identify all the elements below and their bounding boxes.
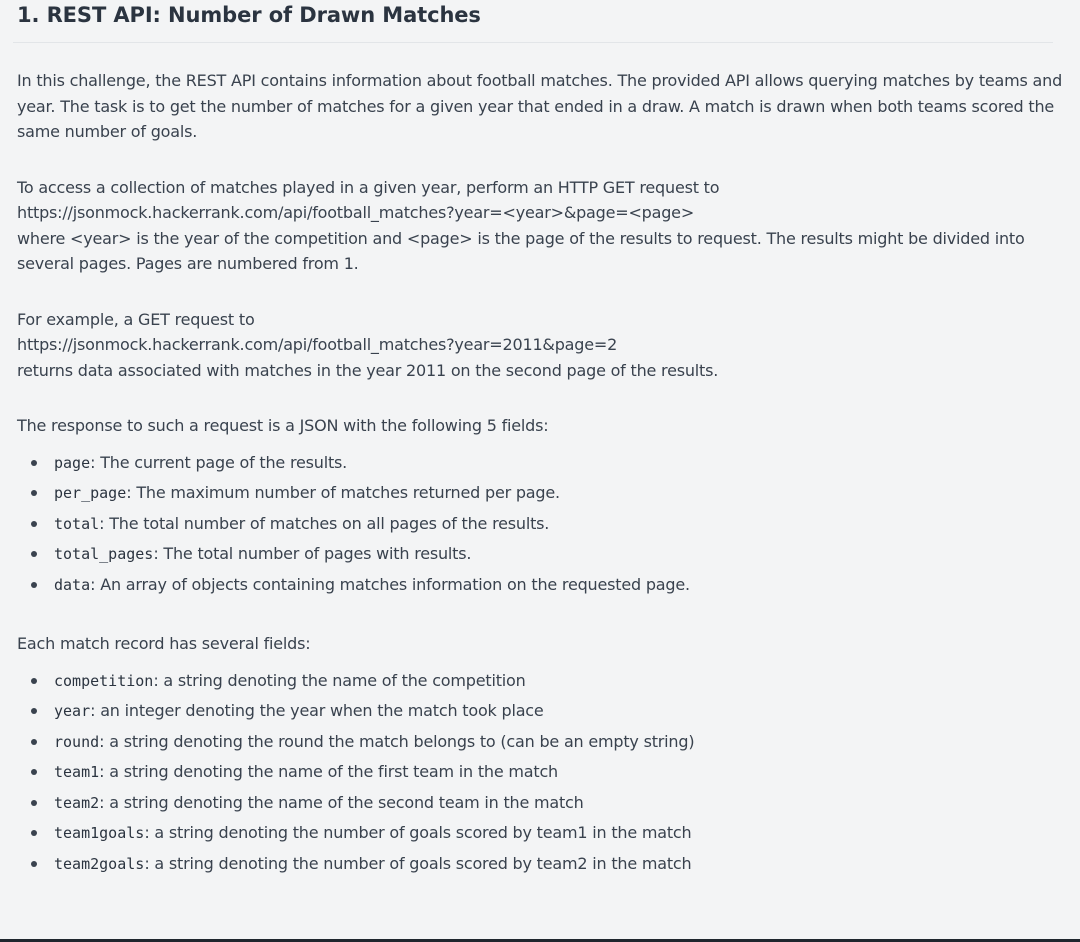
- bullet-icon: [31, 860, 37, 867]
- field-name: year: [54, 702, 91, 720]
- list-item: year: an integer denoting the year when …: [17, 697, 1067, 728]
- access-explanation: where <year> is the year of the competit…: [17, 228, 1025, 274]
- list-item: page: The current page of the results.: [17, 449, 1067, 480]
- list-item: round: a string denoting the round the m…: [17, 728, 1067, 759]
- list-item: team2goals: a string denoting the number…: [17, 850, 1067, 881]
- page-title: 1. REST API: Number of Drawn Matches: [17, 3, 481, 27]
- field-description: : a string denoting the name of the firs…: [99, 762, 558, 781]
- field-description: : The current page of the results.: [90, 452, 348, 472]
- intro-paragraph: In this challenge, the REST API contains…: [17, 71, 1063, 141]
- field-description: : a string denoting the number of goals …: [144, 823, 692, 842]
- list-item: per_page: The maximum number of matches …: [17, 479, 1067, 510]
- access-line: To access a collection of matches played…: [17, 177, 720, 197]
- problem-statement: 1. REST API: Number of Drawn Matches In …: [0, 0, 1080, 942]
- example-url: https://jsonmock.hackerrank.com/api/foot…: [17, 335, 618, 354]
- field-name: team1: [54, 763, 100, 781]
- bullet-icon: [31, 490, 37, 496]
- example-paragraph: For example, a GET request to https://js…: [17, 307, 1067, 384]
- field-description: : a string denoting the name of the seco…: [99, 792, 584, 812]
- list-item: team1: a string denoting the name of the…: [17, 758, 1067, 789]
- list-item: team2: a string denoting the name of the…: [17, 789, 1067, 820]
- bullet-icon: [31, 677, 37, 684]
- list-item: total: The total number of matches on al…: [17, 510, 1067, 541]
- field-description: : An array of objects containing matches…: [90, 574, 690, 594]
- bullet-icon: [31, 738, 37, 745]
- field-name: per_page: [54, 484, 127, 502]
- bullet-icon: [31, 551, 37, 557]
- list-item: data: An array of objects containing mat…: [17, 571, 1067, 602]
- access-url: https://jsonmock.hackerrank.com/api/foot…: [17, 203, 695, 222]
- field-name: round: [54, 732, 100, 751]
- field-description: : an integer denoting the year when the …: [90, 701, 544, 720]
- field-name: team2goals: [54, 854, 145, 873]
- title-divider: [13, 42, 1053, 43]
- bullet-icon: [31, 520, 37, 527]
- field-description: : a string denoting the name of the comp…: [153, 670, 526, 690]
- list-item: competition: a string denoting the name …: [17, 667, 1067, 698]
- bullet-icon: [31, 581, 37, 588]
- list-item: total_pages: The total number of pages w…: [17, 540, 1067, 571]
- bullet-icon: [31, 459, 37, 466]
- list-item: team1goals: a string denoting the number…: [17, 819, 1067, 850]
- field-name: team2: [54, 793, 100, 812]
- field-name: page: [54, 453, 91, 472]
- bullet-icon: [31, 708, 37, 714]
- example-explanation: returns data associated with matches in …: [17, 360, 719, 380]
- record-fields-list: competition: a string denoting the name …: [17, 667, 1067, 881]
- bullet-icon: [31, 799, 37, 806]
- problem-description: In this challenge, the REST API contains…: [17, 68, 1067, 880]
- field-description: : The maximum number of matches returned…: [126, 483, 560, 502]
- record-intro: Each match record has several fields:: [17, 634, 311, 653]
- example-line: For example, a GET request to: [17, 309, 255, 329]
- field-name: competition: [54, 671, 154, 690]
- field-description: : The total number of pages with results…: [153, 544, 472, 563]
- field-name: data: [54, 575, 91, 594]
- response-fields-list: page: The current page of the results. p…: [17, 449, 1067, 602]
- response-intro: The response to such a request is a JSON…: [17, 416, 549, 435]
- field-name: total_pages: [54, 545, 154, 563]
- bullet-icon: [31, 769, 37, 775]
- field-name: total: [54, 514, 100, 533]
- field-name: team1goals: [54, 824, 145, 842]
- field-description: : The total number of matches on all pag…: [99, 513, 550, 533]
- access-paragraph: To access a collection of matches played…: [17, 175, 1067, 277]
- field-description: : a string denoting the round the match …: [99, 731, 695, 751]
- bullet-icon: [31, 830, 37, 836]
- field-description: : a string denoting the number of goals …: [144, 853, 692, 873]
